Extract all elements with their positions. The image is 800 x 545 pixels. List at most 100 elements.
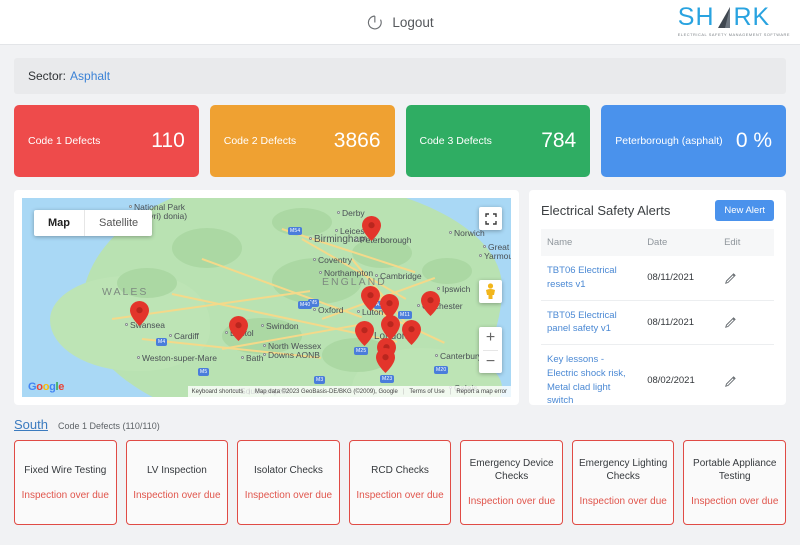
map-city-dot xyxy=(319,271,322,274)
map-type-toggle[interactable]: Map Satellite xyxy=(34,210,153,236)
map-city-dot xyxy=(263,344,266,347)
map-location-pin[interactable] xyxy=(381,315,400,340)
google-map[interactable]: WALES ENGLAND Birmingham Derby Leicester Cove… xyxy=(22,198,511,397)
map-location-pin[interactable] xyxy=(402,320,421,345)
map-city-dot xyxy=(137,356,140,359)
inspection-status: Inspection over due xyxy=(356,489,444,501)
inspection-status: Inspection over due xyxy=(579,496,667,507)
shark-fin-icon xyxy=(716,6,733,30)
alerts-table-header: Name Date Edit xyxy=(541,229,774,256)
map-city-dot xyxy=(225,331,228,334)
alert-date: 08/11/2021 xyxy=(641,300,719,346)
map-city-label: Canterbury xyxy=(440,351,483,361)
pencil-icon[interactable] xyxy=(724,315,738,329)
inspection-card[interactable]: RCD Checks Inspection over due xyxy=(348,440,452,525)
kpi-card[interactable]: Code 1 Defects 110 xyxy=(14,105,199,177)
map-city-label: Ipswich xyxy=(442,284,471,294)
map-attribution-item[interactable]: Map data ©2023 GeoBasis-DE/BKG (©2009), … xyxy=(255,389,398,395)
new-alert-button[interactable]: New Alert xyxy=(715,200,774,221)
map-city-dot xyxy=(309,237,312,240)
map-city-dot xyxy=(129,205,132,208)
alert-edit-cell[interactable] xyxy=(718,256,774,301)
inspection-status: Inspection over due xyxy=(467,496,556,507)
inspection-card[interactable]: Emergency Lighting Checks Inspection over… xyxy=(571,440,675,525)
kpi-card[interactable]: Code 2 Defects 3866 xyxy=(209,105,395,177)
pencil-icon[interactable] xyxy=(724,271,738,285)
map-city-dot xyxy=(437,287,440,290)
inspection-status: Inspection over due xyxy=(133,489,221,501)
map-type-map[interactable]: Map xyxy=(34,210,84,236)
map-location-pin[interactable] xyxy=(361,286,380,311)
region-header: South Code 1 Defects (110/110) xyxy=(14,417,786,432)
map-streetview-pegman[interactable] xyxy=(479,280,502,303)
region-name-link[interactable]: South xyxy=(14,417,48,432)
map-location-pin[interactable] xyxy=(229,316,248,341)
map-city-label: Yarmouth xyxy=(484,251,511,261)
map-city-dot xyxy=(449,231,452,234)
map-terrain-blob xyxy=(172,228,242,268)
kpi-value: 784 xyxy=(541,129,577,152)
region-summary: Code 1 Defects (110/110) xyxy=(57,421,160,431)
map-zoom-out-button[interactable]: − xyxy=(479,351,502,374)
alert-edit-cell[interactable] xyxy=(718,344,774,405)
map-city-label: Bath xyxy=(246,353,264,363)
alerts-table-row: Key lessons - Electric shock risk, Metal… xyxy=(541,344,774,405)
map-city-dot xyxy=(263,353,266,356)
map-location-pin[interactable] xyxy=(376,348,395,373)
inspection-card[interactable]: Fixed Wire Testing Inspection over due xyxy=(14,440,117,525)
map-location-pin[interactable] xyxy=(355,321,374,346)
alerts-column-header: Name xyxy=(541,229,642,256)
map-zoom-controls[interactable]: + − xyxy=(479,327,502,373)
map-road-shield: M23 xyxy=(380,375,395,383)
map-city-label: Northampton xyxy=(324,268,374,278)
main-content-row: WALES ENGLAND Birmingham Derby Leicester Cove… xyxy=(14,190,786,405)
inspection-title: RCD Checks xyxy=(371,464,429,476)
alerts-table-body: TBT06 Electrical resets v1 08/11/2021 TBT0… xyxy=(541,256,774,405)
map-location-pin[interactable] xyxy=(421,291,440,316)
inspection-card[interactable]: Isolator Checks Inspection over due xyxy=(237,440,340,525)
map-road-shield: M40 xyxy=(298,301,313,309)
map-location-pin[interactable] xyxy=(130,301,149,326)
map-city-dot xyxy=(313,308,316,311)
kpi-label: Code 2 Defects xyxy=(223,135,297,147)
map-fullscreen-button[interactable] xyxy=(479,207,502,230)
shark-logo: SH RK ELECTRICAL SAFETY MANAGEMENT SOFTW… xyxy=(677,3,790,38)
alerts-header: Electrical Safety Alerts New Alert xyxy=(541,200,774,221)
brand-text-left: SH xyxy=(677,3,715,31)
alert-name-link[interactable]: TBT06 Electrical resets v1 xyxy=(541,256,642,301)
map-road-shield: M11 xyxy=(398,311,412,319)
logout-button[interactable]: Logout xyxy=(366,14,434,31)
inspection-card[interactable]: Emergency Device Checks Inspection over d… xyxy=(460,440,563,525)
kpi-label: Code 1 Defects xyxy=(28,135,101,147)
map-attribution-item[interactable]: Terms of Use xyxy=(409,389,444,395)
alert-name-link[interactable]: Key lessons - Electric shock risk, Metal… xyxy=(541,344,642,405)
map-city-dot xyxy=(125,323,128,326)
inspection-status: Inspection over due xyxy=(691,496,779,507)
map-city-dot xyxy=(435,354,438,357)
map-city-label: Swindon xyxy=(266,321,299,331)
map-road-shield: M5 xyxy=(198,368,210,376)
map-city-dot xyxy=(337,211,340,214)
map-city-dot xyxy=(169,334,172,337)
map-card: WALES ENGLAND Birmingham Derby Leicester Cove… xyxy=(14,190,519,405)
map-attribution-item[interactable]: Report a map error xyxy=(456,389,507,395)
map-city-dot xyxy=(261,324,264,327)
attribution-separator: | xyxy=(248,388,250,395)
map-zoom-in-button[interactable]: + xyxy=(479,327,502,350)
inspection-title: Emergency Device Checks xyxy=(469,458,554,482)
kpi-card[interactable]: Peterborough (asphalt) 0 % xyxy=(601,105,786,177)
map-location-pin[interactable] xyxy=(362,216,381,241)
inspection-card[interactable]: LV Inspection Inspection over due xyxy=(125,440,229,525)
map-city-dot xyxy=(483,245,486,248)
kpi-card[interactable]: Code 3 Defects 784 xyxy=(405,105,591,177)
alert-edit-cell[interactable] xyxy=(718,300,774,346)
inspection-card[interactable]: Portable Appliance Testing Inspection ove… xyxy=(683,440,787,525)
logout-label: Logout xyxy=(392,14,434,30)
map-road-shield: M3 xyxy=(314,376,326,384)
sector-value-link[interactable]: Asphalt xyxy=(70,69,110,83)
alert-name-link[interactable]: TBT05 Electrical panel safety v1 xyxy=(541,300,642,346)
power-icon xyxy=(366,14,383,31)
map-type-satellite[interactable]: Satellite xyxy=(85,210,152,236)
pencil-icon[interactable] xyxy=(724,374,738,388)
inspection-title: LV Inspection xyxy=(146,464,207,476)
